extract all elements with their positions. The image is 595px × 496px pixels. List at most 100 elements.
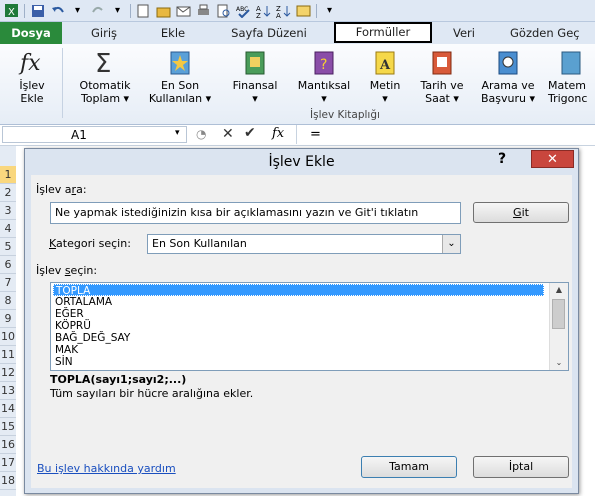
tab-formuller[interactable]: Formüller <box>334 22 432 43</box>
recently-used-label-1: En Son <box>160 79 200 92</box>
image-icon[interactable] <box>296 3 311 18</box>
open-folder-icon[interactable] <box>156 3 171 18</box>
function-fx-icon: fx <box>17 48 47 76</box>
list-item[interactable]: SİN <box>53 356 544 368</box>
svg-text:fx: fx <box>18 51 41 76</box>
customize-toolbar-icon[interactable]: ▾ <box>322 3 337 18</box>
formula-input[interactable]: = <box>310 127 321 142</box>
text-label-2: ▾ <box>382 92 388 105</box>
tab-gozden-gecir[interactable]: Gözden Geç <box>510 22 595 44</box>
formula-bar-resize-icon[interactable]: ◔ <box>196 127 206 141</box>
math-trig-button[interactable]: Matem Trigonc <box>548 48 595 105</box>
search-function-input[interactable]: Ne yapmak istediğinizin kısa bir açıklam… <box>50 202 461 224</box>
row-header[interactable]: 16 <box>0 436 16 454</box>
date-time-label-2: Saat ▾ <box>425 92 459 105</box>
sort-descending-icon[interactable]: ZA <box>276 3 291 18</box>
row-header[interactable]: 17 <box>0 454 16 472</box>
list-item[interactable]: BAĞ_DEĞ_SAY <box>53 332 544 344</box>
row-header[interactable]: 9 <box>0 310 16 328</box>
tab-sayfa-duzeni[interactable]: Sayfa Düzeni <box>220 22 318 44</box>
list-item[interactable]: ORTALAMA <box>53 296 544 308</box>
close-icon[interactable]: ✕ <box>531 150 574 168</box>
row-header[interactable]: 18 <box>0 472 16 490</box>
vertical-scrollbar[interactable]: ▲ ⌄ <box>549 283 568 370</box>
math-book-icon <box>556 48 586 76</box>
lookup-label-2: Başvuru ▾ <box>480 92 535 105</box>
chevron-down-icon[interactable]: ▾ <box>175 128 180 138</box>
recently-used-button[interactable]: En Son Kullanılan ▾ <box>142 48 218 105</box>
row-header[interactable]: 8 <box>0 292 16 310</box>
insert-function-button[interactable]: fx İşlev Ekle <box>8 48 56 105</box>
chevron-down-icon[interactable]: ⌄ <box>442 235 460 253</box>
enter-check-icon[interactable]: ✔ <box>244 125 256 141</box>
name-box[interactable]: A1 ▾ <box>2 126 187 143</box>
sigma-icon: Σ <box>90 48 120 79</box>
print-icon[interactable] <box>196 3 211 18</box>
spelling-icon[interactable]: ABC <box>236 3 251 18</box>
text-book-icon: A <box>370 48 400 76</box>
text-button[interactable]: A Metin ▾ <box>362 48 408 105</box>
tab-dosya[interactable]: Dosya <box>0 22 62 44</box>
svg-text:X: X <box>8 7 15 18</box>
excel-logo-icon: X <box>4 3 19 18</box>
new-document-icon[interactable] <box>136 3 151 18</box>
row-header[interactable]: 5 <box>0 238 16 256</box>
autosum-button[interactable]: Σ Otomatik Toplam ▾ <box>70 48 140 105</box>
quick-access-toolbar: X ▾ ▾ ABC AZ ZA ▾ <box>0 0 595 22</box>
list-item[interactable]: MAK <box>53 344 544 356</box>
financial-button[interactable]: Finansal ▾ <box>224 48 286 105</box>
list-item[interactable]: EĞER <box>53 308 544 320</box>
function-list[interactable]: TOPLA ORTALAMA EĞER KÖPRÜ BAĞ_DEĞ_SAY MA… <box>50 282 569 371</box>
tab-giris[interactable]: Giriş <box>82 22 126 44</box>
calendar-book-icon <box>427 48 457 76</box>
redo-icon[interactable] <box>90 3 105 18</box>
ribbon-tabs: Dosya Giriş Ekle Sayfa Düzeni Formüller … <box>0 22 595 44</box>
row-header[interactable]: 7 <box>0 274 16 292</box>
toolbar-separator <box>130 3 131 18</box>
svg-text:?: ? <box>320 57 327 73</box>
logical-button[interactable]: ? Mantıksal ▾ <box>292 48 356 105</box>
list-item[interactable]: TOPLA <box>53 284 544 297</box>
scroll-up-icon[interactable]: ▲ <box>550 283 568 297</box>
row-header[interactable]: 1 <box>0 166 16 184</box>
row-header[interactable]: 3 <box>0 202 16 220</box>
list-item[interactable]: KÖPRÜ <box>53 320 544 332</box>
row-header[interactable]: 6 <box>0 256 16 274</box>
date-time-button[interactable]: Tarih ve Saat ▾ <box>412 48 472 105</box>
save-icon[interactable] <box>30 3 45 18</box>
scroll-down-icon[interactable]: ⌄ <box>550 356 568 370</box>
cancel-icon[interactable]: ✕ <box>222 126 234 142</box>
tab-veri[interactable]: Veri <box>444 22 484 44</box>
row-header[interactable]: 15 <box>0 418 16 436</box>
chevron-down-icon[interactable]: ▾ <box>70 3 85 18</box>
function-help-link[interactable]: Bu işlev hakkında yardım <box>37 462 176 475</box>
email-icon[interactable] <box>176 3 191 18</box>
print-preview-icon[interactable] <box>216 3 231 18</box>
search-function-label: İşlev ara: <box>36 183 87 196</box>
category-select[interactable]: En Son Kullanılan ⌄ <box>147 234 461 254</box>
sort-ascending-icon[interactable]: AZ <box>256 3 271 18</box>
ok-button[interactable]: Tamam <box>361 456 457 478</box>
autosum-label-1: Otomatik <box>79 79 131 92</box>
chevron-down-icon[interactable]: ▾ <box>110 3 125 18</box>
row-header[interactable]: 11 <box>0 346 16 364</box>
help-icon[interactable]: ? <box>498 151 506 167</box>
svg-text:Z: Z <box>256 12 261 18</box>
row-header[interactable]: 14 <box>0 400 16 418</box>
undo-icon[interactable] <box>50 3 65 18</box>
tab-ekle[interactable]: Ekle <box>150 22 196 44</box>
lookup-reference-button[interactable]: Arama ve Başvuru ▾ <box>474 48 542 105</box>
scrollbar-thumb[interactable] <box>552 299 565 329</box>
row-header[interactable]: 2 <box>0 184 16 202</box>
row-headers: 1 2 3 4 5 6 7 8 9 10 11 12 13 14 15 16 17 18 <box>0 146 16 496</box>
cancel-button[interactable]: İptal <box>473 456 569 478</box>
go-button[interactable]: Git <box>473 202 569 223</box>
function-description: Tüm sayıları bir hücre aralığına ekler. <box>50 387 254 400</box>
formula-bar-divider <box>296 125 297 144</box>
row-header[interactable]: 13 <box>0 382 16 400</box>
row-header[interactable]: 4 <box>0 220 16 238</box>
row-header[interactable]: 10 <box>0 328 16 346</box>
dialog-title: İşlev Ekle <box>268 154 335 170</box>
insert-function-fx-icon[interactable]: fx <box>272 126 284 141</box>
row-header[interactable]: 12 <box>0 364 16 382</box>
